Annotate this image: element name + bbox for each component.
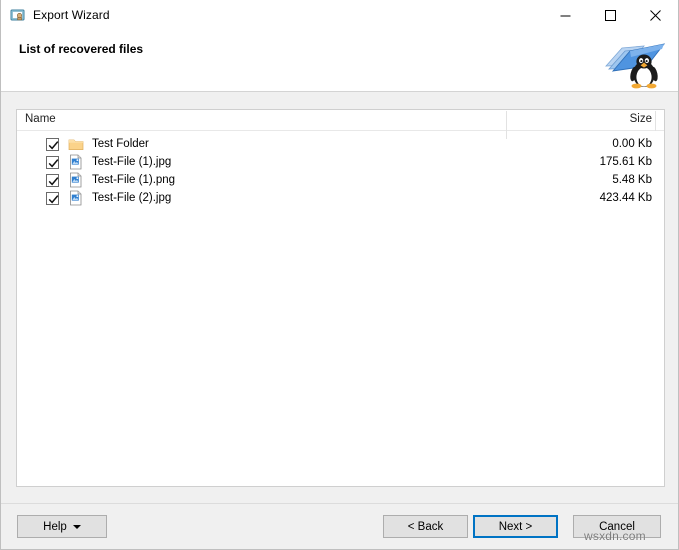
image-file-icon <box>68 172 84 188</box>
wizard-body: Name Size Test Folder 0.00 Kb <box>1 92 678 503</box>
next-button[interactable]: Next > <box>473 515 558 538</box>
file-size: 423.44 Kb <box>600 192 652 204</box>
folder-penguin-icon <box>600 32 670 90</box>
wizard-footer: Help < Back Next > Cancel <box>1 503 678 549</box>
file-name: Test-File (1).png <box>92 174 175 186</box>
column-divider-right[interactable] <box>655 111 656 131</box>
minimize-icon[interactable] <box>543 0 588 30</box>
row-checkbox[interactable] <box>46 192 59 205</box>
file-name: Test-File (2).jpg <box>92 192 171 204</box>
maximize-icon[interactable] <box>588 0 633 30</box>
file-size: 0.00 Kb <box>612 138 652 150</box>
export-wizard-window: Export Wizard List of recovered files <box>0 0 679 550</box>
close-icon[interactable] <box>633 0 678 30</box>
image-file-icon <box>68 154 84 170</box>
row-checkbox[interactable] <box>46 156 59 169</box>
list-column-header: Name Size <box>17 110 664 131</box>
title-bar: Export Wizard <box>1 0 678 30</box>
file-size: 175.61 Kb <box>600 156 652 168</box>
cancel-button[interactable]: Cancel <box>573 515 661 538</box>
file-name: Test Folder <box>92 138 149 150</box>
chevron-down-icon <box>73 525 81 529</box>
file-name: Test-File (1).jpg <box>92 156 171 168</box>
row-checkbox[interactable] <box>46 138 59 151</box>
window-title: Export Wizard <box>33 8 110 22</box>
page-title: List of recovered files <box>19 42 143 56</box>
help-button-label: Help <box>43 521 67 533</box>
recovered-files-list[interactable]: Name Size Test Folder 0.00 Kb <box>16 109 665 487</box>
column-header-name[interactable]: Name <box>25 113 56 125</box>
row-checkbox[interactable] <box>46 174 59 187</box>
help-button[interactable]: Help <box>17 515 107 538</box>
table-row[interactable]: Test-File (1).png 5.48 Kb <box>17 171 664 189</box>
column-header-size[interactable]: Size <box>630 113 652 125</box>
folder-icon <box>68 136 84 152</box>
file-size: 5.48 Kb <box>612 174 652 186</box>
back-button[interactable]: < Back <box>383 515 468 538</box>
image-file-icon <box>68 190 84 206</box>
table-row[interactable]: Test-File (1).jpg 175.61 Kb <box>17 153 664 171</box>
wizard-header: List of recovered files <box>1 30 678 92</box>
export-wizard-icon <box>10 7 26 23</box>
table-row[interactable]: Test-File (2).jpg 423.44 Kb <box>17 189 664 207</box>
table-row[interactable]: Test Folder 0.00 Kb <box>17 135 664 153</box>
window-controls <box>543 0 678 30</box>
